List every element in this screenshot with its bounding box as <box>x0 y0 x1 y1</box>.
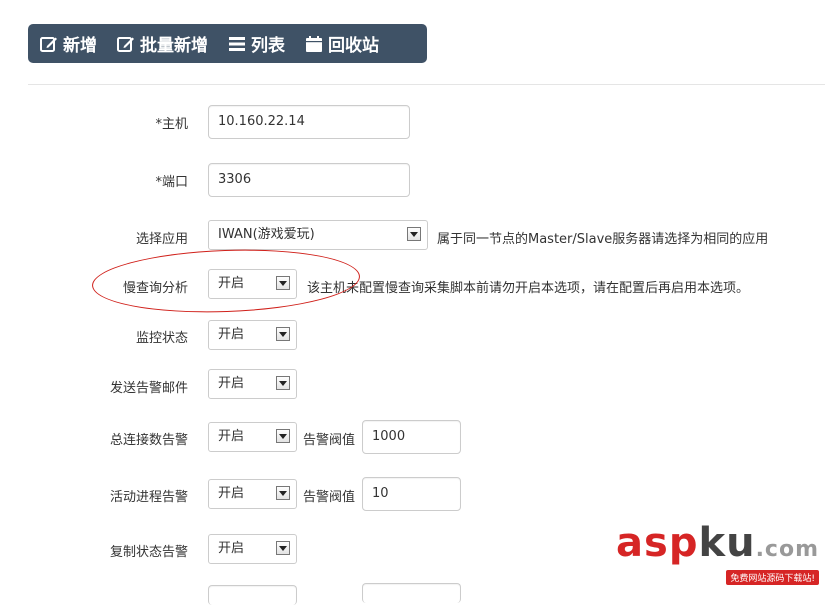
proc-threshold-label: 告警阀值 <box>303 490 356 505</box>
proc-alert-select-value: 开启 <box>218 486 245 501</box>
monitor-select[interactable]: 开启 <box>208 320 297 350</box>
list-icon <box>228 35 246 53</box>
alert-mail-select[interactable]: 开启 <box>208 369 297 399</box>
next-row-input[interactable] <box>362 583 461 603</box>
batch-add-button-label: 批量新增 <box>140 36 208 56</box>
edit-icon <box>117 35 135 53</box>
port-label: *端口 <box>155 175 188 190</box>
host-input[interactable]: 10.160.22.14 <box>208 105 410 139</box>
host-label: *主机 <box>155 117 188 132</box>
recycle-bin-button-label: 回收站 <box>328 36 379 56</box>
conn-alert-select-value: 开启 <box>218 429 245 444</box>
chevron-down-icon <box>276 486 290 500</box>
repl-alert-label: 复制状态告警 <box>109 545 188 560</box>
next-row-select[interactable] <box>208 585 297 605</box>
watermark-tagline: 免费网站源码下载站! <box>726 570 819 585</box>
app-label: 选择应用 <box>135 232 188 247</box>
calendar-icon <box>305 35 323 53</box>
watermark-brand-b: ku <box>698 520 756 566</box>
app-select-value: IWAN(游戏爱玩) <box>218 227 315 242</box>
toolbar: 新增 批量新增 列表 回收站 <box>28 24 427 63</box>
app-select[interactable]: IWAN(游戏爱玩) <box>208 220 428 250</box>
chevron-down-icon <box>276 429 290 443</box>
alert-mail-select-value: 开启 <box>218 376 245 391</box>
slow-query-help-text: 该主机未配置慢查询采集脚本前请勿开启本选项，请在配置后再启用本选项。 <box>307 281 750 296</box>
proc-alert-label: 活动进程告警 <box>109 490 188 505</box>
watermark-brand-c: .com <box>755 537 819 562</box>
list-button-label: 列表 <box>251 36 285 56</box>
repl-alert-select-value: 开启 <box>218 541 245 556</box>
add-button[interactable]: 新增 <box>40 31 97 56</box>
port-input[interactable]: 3306 <box>208 163 410 197</box>
chevron-down-icon <box>276 541 290 555</box>
chevron-down-icon <box>407 227 421 241</box>
slow-query-select-value: 开启 <box>218 276 245 291</box>
list-button[interactable]: 列表 <box>228 31 285 56</box>
conn-threshold-label: 告警阀值 <box>303 433 356 448</box>
watermark-logo: aspku.com 免费网站源码下载站! <box>616 523 819 585</box>
monitor-select-value: 开启 <box>218 327 245 342</box>
conn-alert-label: 总连接数告警 <box>109 433 188 448</box>
divider <box>28 84 825 85</box>
app-help-text: 属于同一节点的Master/Slave服务器请选择为相同的应用 <box>437 232 769 247</box>
recycle-bin-button[interactable]: 回收站 <box>305 31 379 56</box>
conn-threshold-input[interactable]: 1000 <box>362 420 461 454</box>
proc-threshold-input[interactable]: 10 <box>362 477 461 511</box>
batch-add-button[interactable]: 批量新增 <box>117 31 208 56</box>
chevron-down-icon <box>276 276 290 290</box>
chevron-down-icon <box>276 376 290 390</box>
chevron-down-icon <box>276 327 290 341</box>
repl-alert-select[interactable]: 开启 <box>208 534 297 564</box>
conn-alert-select[interactable]: 开启 <box>208 422 297 452</box>
slow-query-select[interactable]: 开启 <box>208 269 297 299</box>
slow-query-label: 慢查询分析 <box>122 281 188 296</box>
add-button-label: 新增 <box>63 36 97 56</box>
monitor-label: 监控状态 <box>135 331 188 346</box>
proc-alert-select[interactable]: 开启 <box>208 479 297 509</box>
alert-mail-label: 发送告警邮件 <box>109 381 188 396</box>
edit-icon <box>40 35 58 53</box>
watermark-brand-a: asp <box>616 520 699 566</box>
